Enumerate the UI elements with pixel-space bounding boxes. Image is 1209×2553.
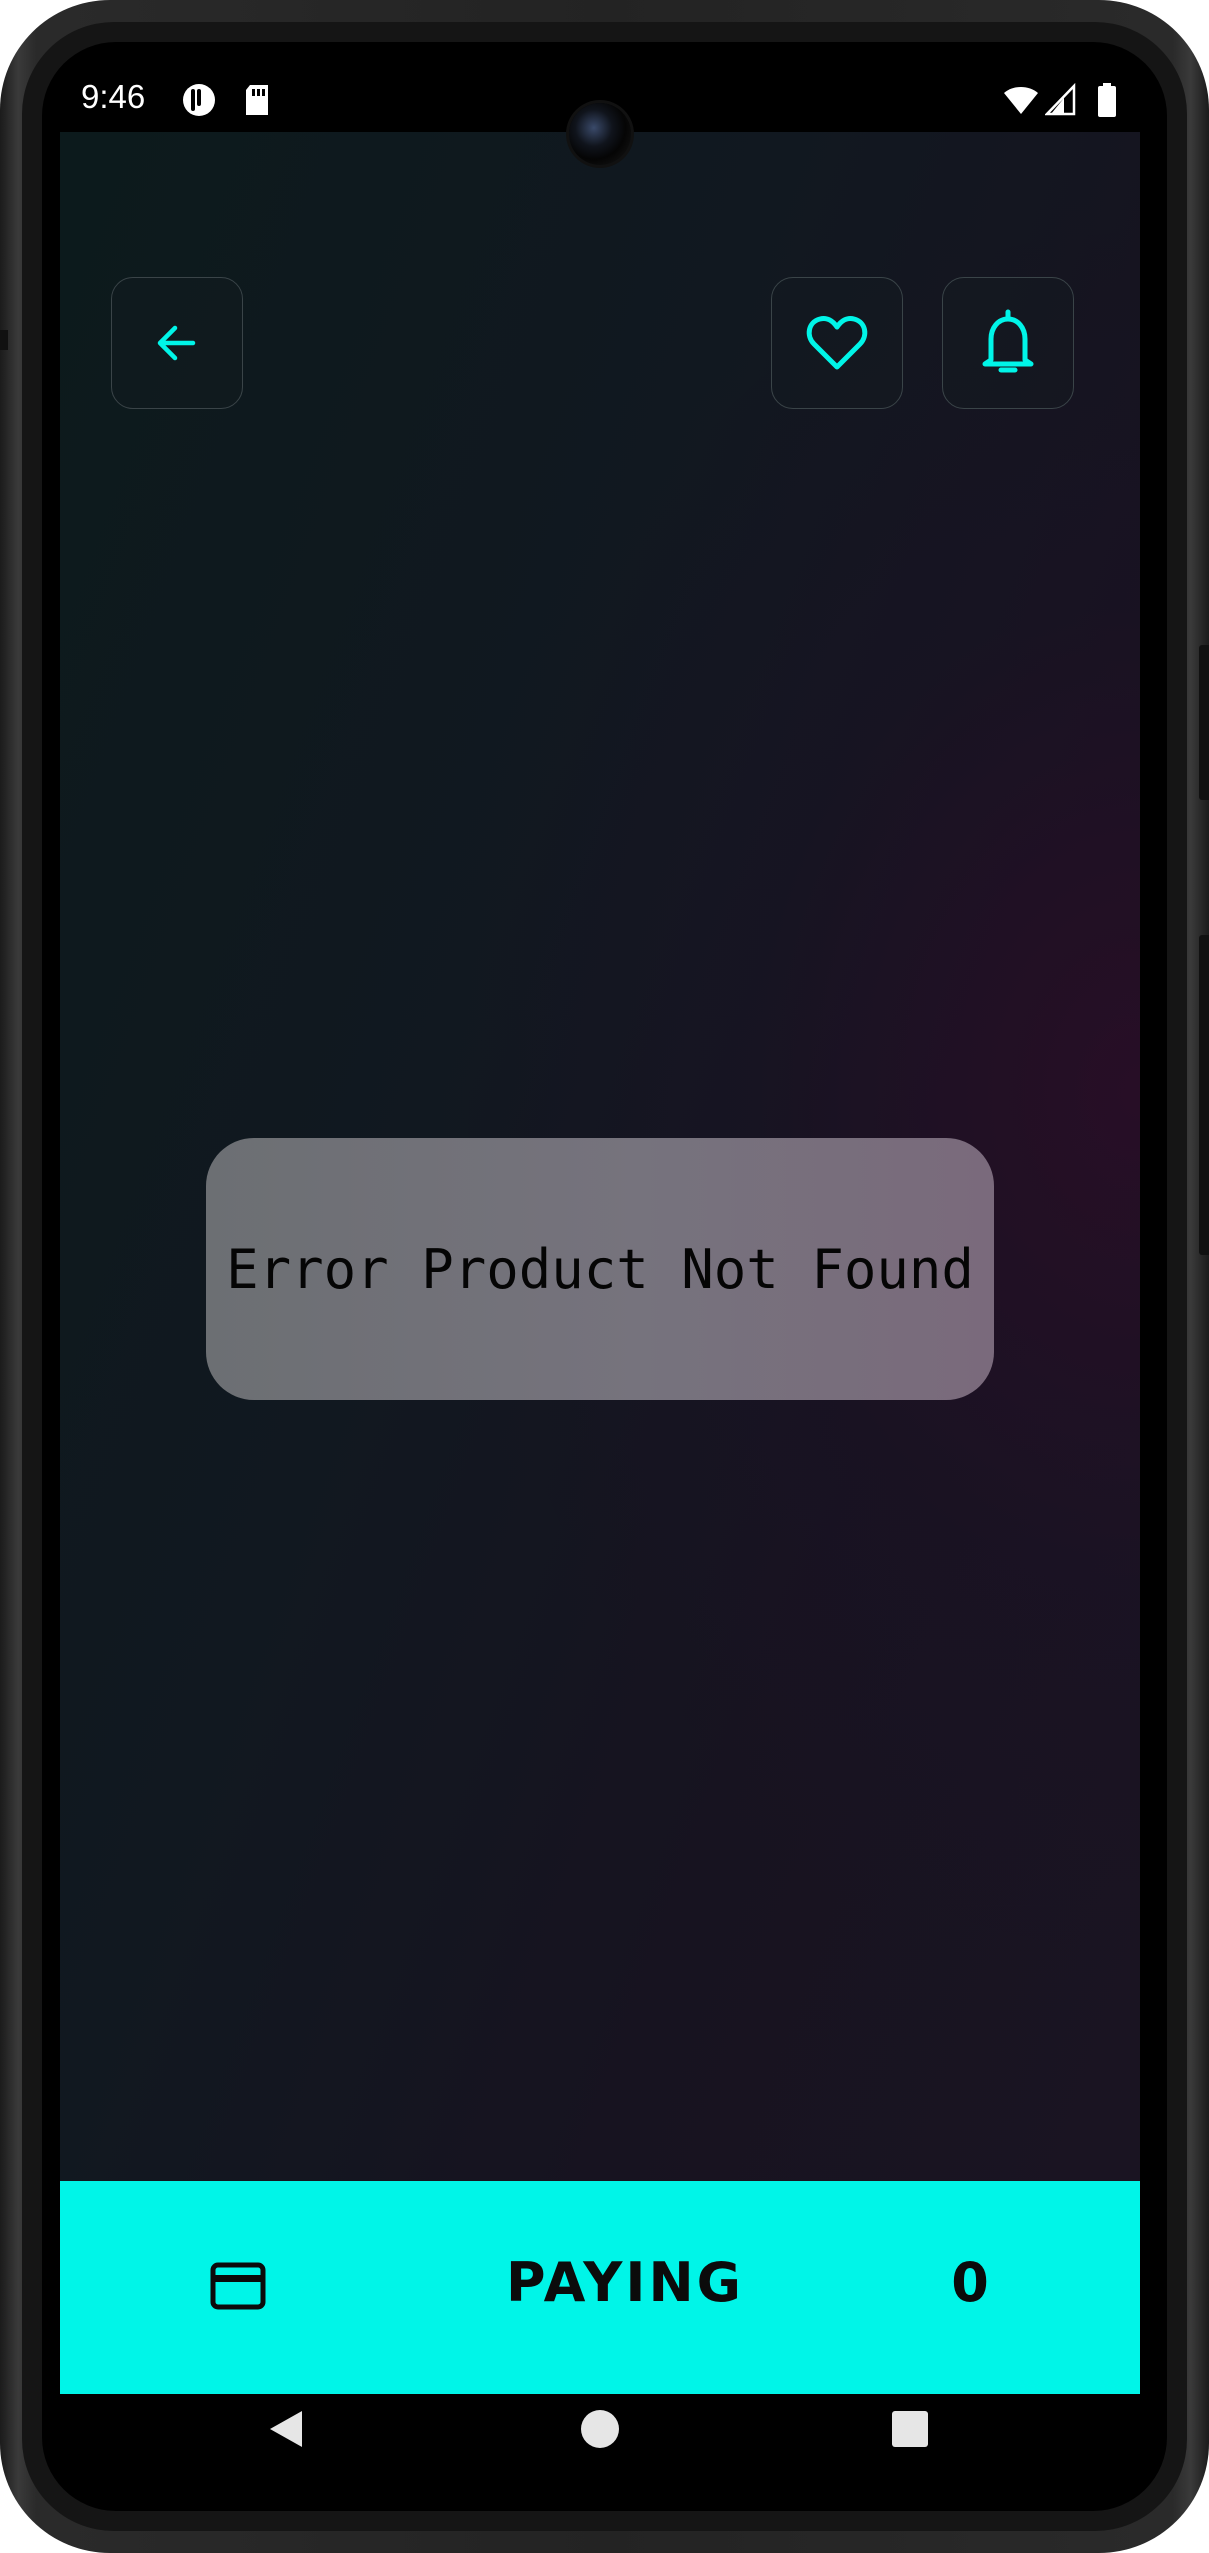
- side-notch: [0, 330, 8, 350]
- back-triangle-icon: [270, 2411, 302, 2447]
- status-time: 9:46: [81, 78, 146, 115]
- paying-label: PAYING: [506, 2251, 744, 2314]
- notification-button[interactable]: [942, 277, 1074, 409]
- home-circle-icon: [581, 2410, 619, 2448]
- battery-icon: [1098, 83, 1116, 117]
- arrow-left-icon: [157, 325, 196, 361]
- app-content: Error Product Not Found: [60, 132, 1140, 2181]
- paying-bar[interactable]: PAYING 0: [60, 2181, 1140, 2394]
- heart-icon: [806, 316, 868, 370]
- power-button: [1199, 645, 1209, 800]
- volume-button: [1199, 935, 1209, 1255]
- front-camera: [569, 103, 631, 165]
- circle-app-icon: [183, 84, 215, 116]
- error-toast: Error Product Not Found: [206, 1138, 994, 1400]
- wifi-icon: [1004, 87, 1038, 114]
- bell-icon: [982, 309, 1034, 373]
- system-back-button[interactable]: [256, 2399, 316, 2459]
- favorite-button[interactable]: [771, 277, 903, 409]
- back-button[interactable]: [111, 277, 243, 409]
- system-home-button[interactable]: [570, 2399, 630, 2459]
- recents-square-icon: [892, 2411, 928, 2447]
- device-frame: 9:46 Error Product Not Found PAYING 0: [0, 0, 1209, 2553]
- sd-card-icon: [246, 85, 268, 115]
- credit-card-icon: [210, 2262, 266, 2310]
- system-navigation-bar: [60, 2394, 1140, 2465]
- screen: 9:46 Error Product Not Found PAYING 0: [60, 68, 1140, 2465]
- cell-signal-icon: [1045, 82, 1076, 116]
- error-message: Error Product Not Found: [226, 1237, 974, 1301]
- paying-amount: 0: [951, 2251, 989, 2314]
- system-recents-button[interactable]: [880, 2399, 940, 2459]
